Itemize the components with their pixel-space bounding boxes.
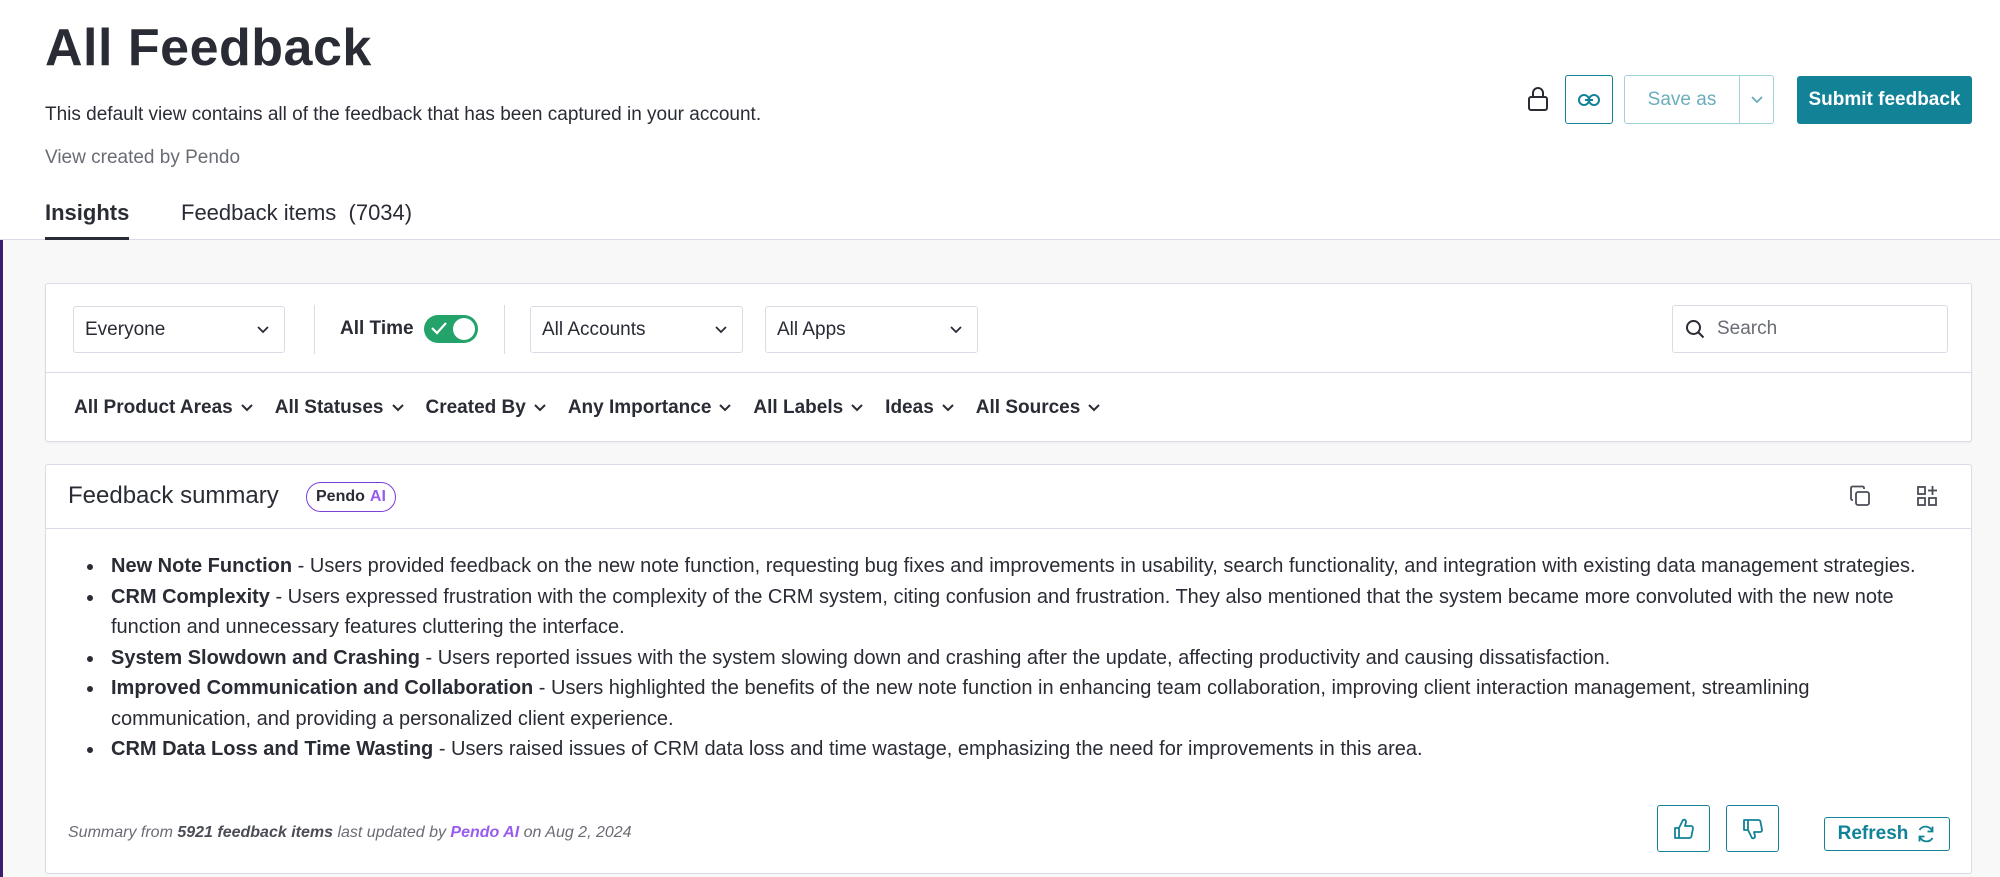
check-icon	[431, 322, 447, 335]
chevron-down-icon	[241, 404, 253, 412]
filters-primary-row: Everyone All Time All Accounts All Apps	[46, 284, 1971, 373]
chevron-down-icon	[1750, 95, 1763, 103]
dropdown-label: All Statuses	[274, 397, 384, 418]
refresh-label: Refresh	[1837, 823, 1909, 844]
footer-middle: last updated by	[333, 824, 451, 841]
feedback-summary-card: Feedback summary PendoAI New Note Functi…	[45, 464, 1972, 874]
thumbs-down-icon	[1742, 818, 1763, 839]
divider	[504, 305, 505, 354]
toggle-knob	[453, 318, 475, 340]
filters-secondary-row: All Product Areas All Statuses Created B…	[46, 373, 1971, 443]
summary-bullet-list: New Note Function - Users provided feedb…	[68, 551, 1948, 765]
footer-count: 5921 feedback items	[177, 824, 333, 841]
lock-icon[interactable]	[1527, 86, 1549, 112]
chevron-down-icon	[257, 326, 269, 334]
add-widget-icon[interactable]	[1916, 485, 1938, 507]
dropdown-label: All Product Areas	[74, 397, 233, 418]
item-title: Improved Communication and Collaboration	[111, 677, 534, 699]
all-time-toggle[interactable]	[424, 315, 478, 343]
all-time-label: All Time	[340, 318, 414, 339]
refresh-button[interactable]: Refresh	[1824, 817, 1950, 851]
apps-select[interactable]: All Apps	[765, 306, 978, 353]
chevron-down-icon	[950, 326, 962, 334]
sources-dropdown[interactable]: All Sources	[976, 397, 1101, 419]
dropdown-label: Any Importance	[567, 397, 712, 418]
ideas-dropdown[interactable]: Ideas	[885, 397, 954, 419]
footer-date: on Aug 2, 2024	[519, 824, 632, 841]
audience-select-value: Everyone	[85, 318, 166, 340]
link-icon	[1578, 93, 1600, 106]
audience-select[interactable]: Everyone	[73, 306, 285, 353]
product-areas-dropdown[interactable]: All Product Areas	[74, 397, 253, 419]
statuses-dropdown[interactable]: All Statuses	[275, 397, 404, 419]
item-title: CRM Complexity	[111, 585, 270, 608]
chevron-down-icon	[719, 404, 732, 412]
item-title: CRM Data Loss and Time Wasting	[111, 738, 434, 760]
item-title: System Slowdown and Crashing	[111, 646, 420, 669]
labels-dropdown[interactable]: All Labels	[753, 397, 863, 419]
list-item: New Note Function - Users provided feedb…	[105, 551, 1948, 582]
refresh-icon	[1918, 825, 1934, 843]
save-as-dropdown-toggle[interactable]	[1740, 76, 1773, 123]
created-by-dropdown[interactable]: Created By	[426, 397, 546, 419]
page-title: All Feedback	[45, 19, 372, 77]
filters-panel: Everyone All Time All Accounts All Apps …	[45, 283, 1972, 442]
divider	[314, 305, 315, 354]
thumbs-up-icon	[1673, 818, 1694, 839]
item-text: - Users raised issues of CRM data loss a…	[433, 738, 1423, 760]
thumbs-down-button[interactable]	[1726, 805, 1779, 852]
search-box	[1672, 305, 1948, 353]
search-icon	[1686, 320, 1705, 339]
summary-footer-text: Summary from 5921 feedback items last up…	[68, 824, 632, 842]
chevron-down-icon	[534, 404, 546, 412]
dropdown-label: Created By	[425, 397, 526, 418]
copy-link-button[interactable]	[1565, 75, 1613, 124]
tab-insights[interactable]: Insights	[45, 200, 130, 240]
accounts-select[interactable]: All Accounts	[530, 306, 743, 353]
item-text: - Users provided feedback on the new not…	[292, 555, 1916, 577]
footer-prefix: Summary from	[68, 824, 178, 841]
page-description: This default view contains all of the fe…	[45, 104, 762, 125]
footer-author: Pendo AI	[450, 824, 520, 841]
pendo-ai-badge: Pendo AI	[306, 482, 396, 512]
importance-dropdown[interactable]: Any Importance	[568, 397, 732, 419]
page-header: All Feedback This default view contains …	[0, 0, 2000, 240]
list-item: CRM Data Loss and Time Wasting - Users r…	[105, 734, 1948, 765]
summary-title: Feedback summary	[68, 482, 279, 509]
summary-header: Feedback summary Pendo AI	[46, 465, 1971, 529]
item-text: - Users reported issues with the system …	[419, 646, 1611, 669]
apps-select-value: All Apps	[777, 318, 846, 340]
list-item: CRM Complexity - Users expressed frustra…	[105, 582, 1948, 643]
item-text: - Users expressed frustration with the c…	[111, 585, 1894, 639]
accounts-select-value: All Accounts	[542, 318, 646, 340]
item-title: New Note Function	[111, 555, 293, 577]
dropdown-label: All Sources	[975, 397, 1081, 418]
chevron-down-icon	[1088, 404, 1101, 412]
submit-feedback-button[interactable]: Submit feedback	[1797, 76, 1972, 124]
search-input[interactable]	[1715, 317, 1925, 341]
copy-icon[interactable]	[1849, 485, 1871, 507]
tab-feedback-items[interactable]: Feedback items (7034)	[181, 200, 412, 240]
list-item: Improved Communication and Collaboration…	[105, 673, 1948, 734]
dropdown-label: All Labels	[753, 397, 844, 418]
thumbs-up-button[interactable]	[1657, 805, 1710, 852]
save-as-split-button: Save as	[1624, 75, 1774, 124]
chevron-down-icon	[391, 404, 404, 412]
view-created-by: View created by Pendo	[45, 147, 241, 168]
badge-ai: AI	[369, 488, 386, 505]
list-item: System Slowdown and Crashing - Users rep…	[105, 643, 1948, 674]
save-as-button[interactable]: Save as	[1625, 76, 1740, 123]
chevron-down-icon	[851, 404, 863, 412]
chevron-down-icon	[942, 404, 954, 412]
badge-brand: Pendo	[316, 488, 365, 505]
dropdown-label: Ideas	[885, 397, 934, 418]
chevron-down-icon	[715, 326, 727, 334]
